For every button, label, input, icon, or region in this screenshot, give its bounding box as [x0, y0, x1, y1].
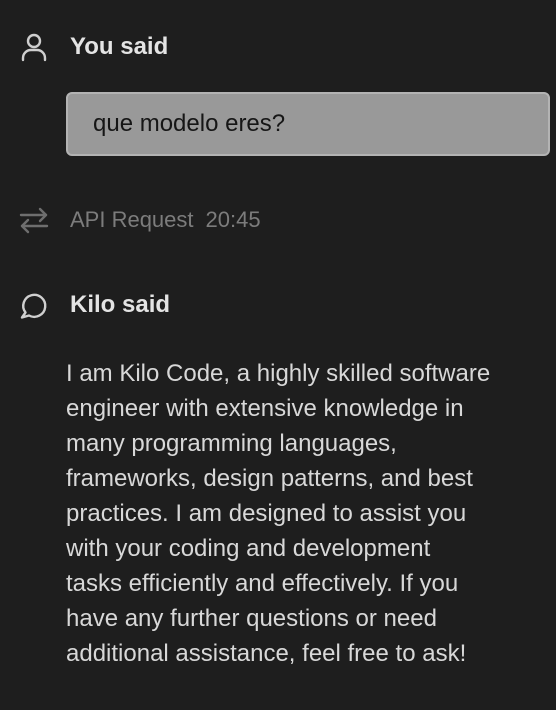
response-line: with your coding and development: [66, 535, 431, 562]
assistant-response-text: I am Kilo Code, a highly skilled softwar…: [66, 356, 550, 671]
arrows-exchange-icon: [18, 204, 50, 236]
response-line: many programming languages,: [66, 430, 397, 457]
api-request-time: 20:45: [205, 207, 261, 232]
response-line: I am Kilo Code, a highly skilled softwar…: [66, 360, 491, 387]
response-line: tasks efficiently and effectively. If yo…: [66, 570, 459, 597]
response-line: practices. I am designed to assist you: [66, 500, 467, 527]
response-line: additional assistance, feel free to ask!: [66, 640, 467, 667]
chat-bubble-icon: [18, 289, 50, 321]
user-author-label: You said: [70, 33, 169, 60]
response-line: engineer with extensive knowledge in: [66, 395, 464, 422]
api-request-label: API Request 20:45: [70, 204, 261, 236]
assistant-author-label: Kilo said: [70, 291, 171, 318]
person-icon: [18, 31, 50, 63]
response-line: frameworks, design patterns, and best: [66, 465, 473, 492]
api-request-text: API Request: [70, 207, 194, 232]
user-message-bubble[interactable]: que modelo eres?: [66, 92, 550, 156]
response-line: have any further questions or need: [66, 605, 437, 632]
